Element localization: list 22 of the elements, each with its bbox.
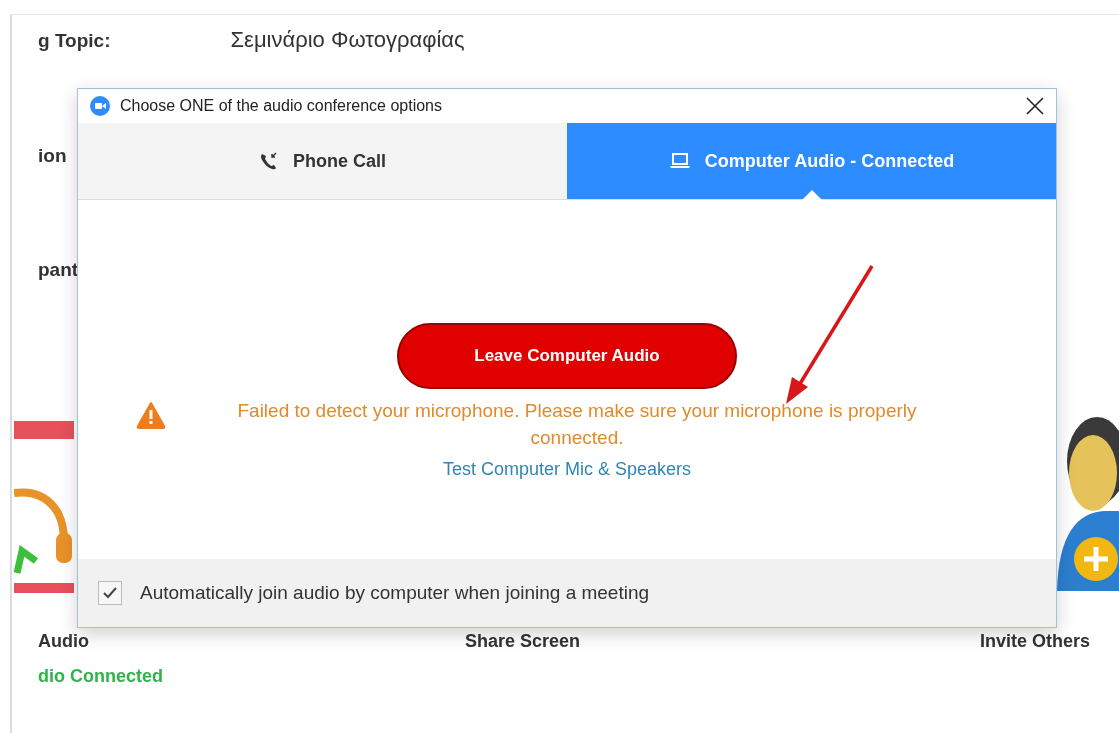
dialog-title: Choose ONE of the audio conference options [120, 97, 443, 115]
warning-message: Failed to detect your microphone. Please make sure your microphone is properly connected. [236, 399, 918, 450]
meeting-topic: Σεμινάριο Φωτογραφίας [230, 27, 465, 53]
auto-join-label: Automatically join audio by computer when joining a meeting [140, 582, 650, 604]
tab[interactable]: Phone Call [78, 123, 567, 199]
app-logo-icon [90, 96, 110, 116]
laptop-icon [668, 152, 691, 170]
warning-icon [136, 401, 166, 429]
checkmark-icon [102, 586, 118, 600]
leave-audio-button[interactable]: Leave Computer Audio [397, 323, 737, 389]
topic-label: g Topic: [38, 30, 111, 52]
audio-status: dio Connected [38, 666, 164, 687]
checkbox[interactable] [98, 581, 122, 605]
tab-pointer [801, 190, 822, 200]
info-label: pant [38, 259, 79, 281]
action-label[interactable]: Audio [38, 631, 89, 652]
close-icon[interactable] [1026, 97, 1044, 115]
test-mic-link[interactable]: Test Computer Mic & Speakers [442, 459, 692, 480]
action-label[interactable]: Share Screen [465, 631, 581, 652]
phone-icon [259, 151, 279, 171]
info-label: ion [38, 145, 67, 167]
action-label[interactable]: Invite Others [980, 631, 1091, 652]
